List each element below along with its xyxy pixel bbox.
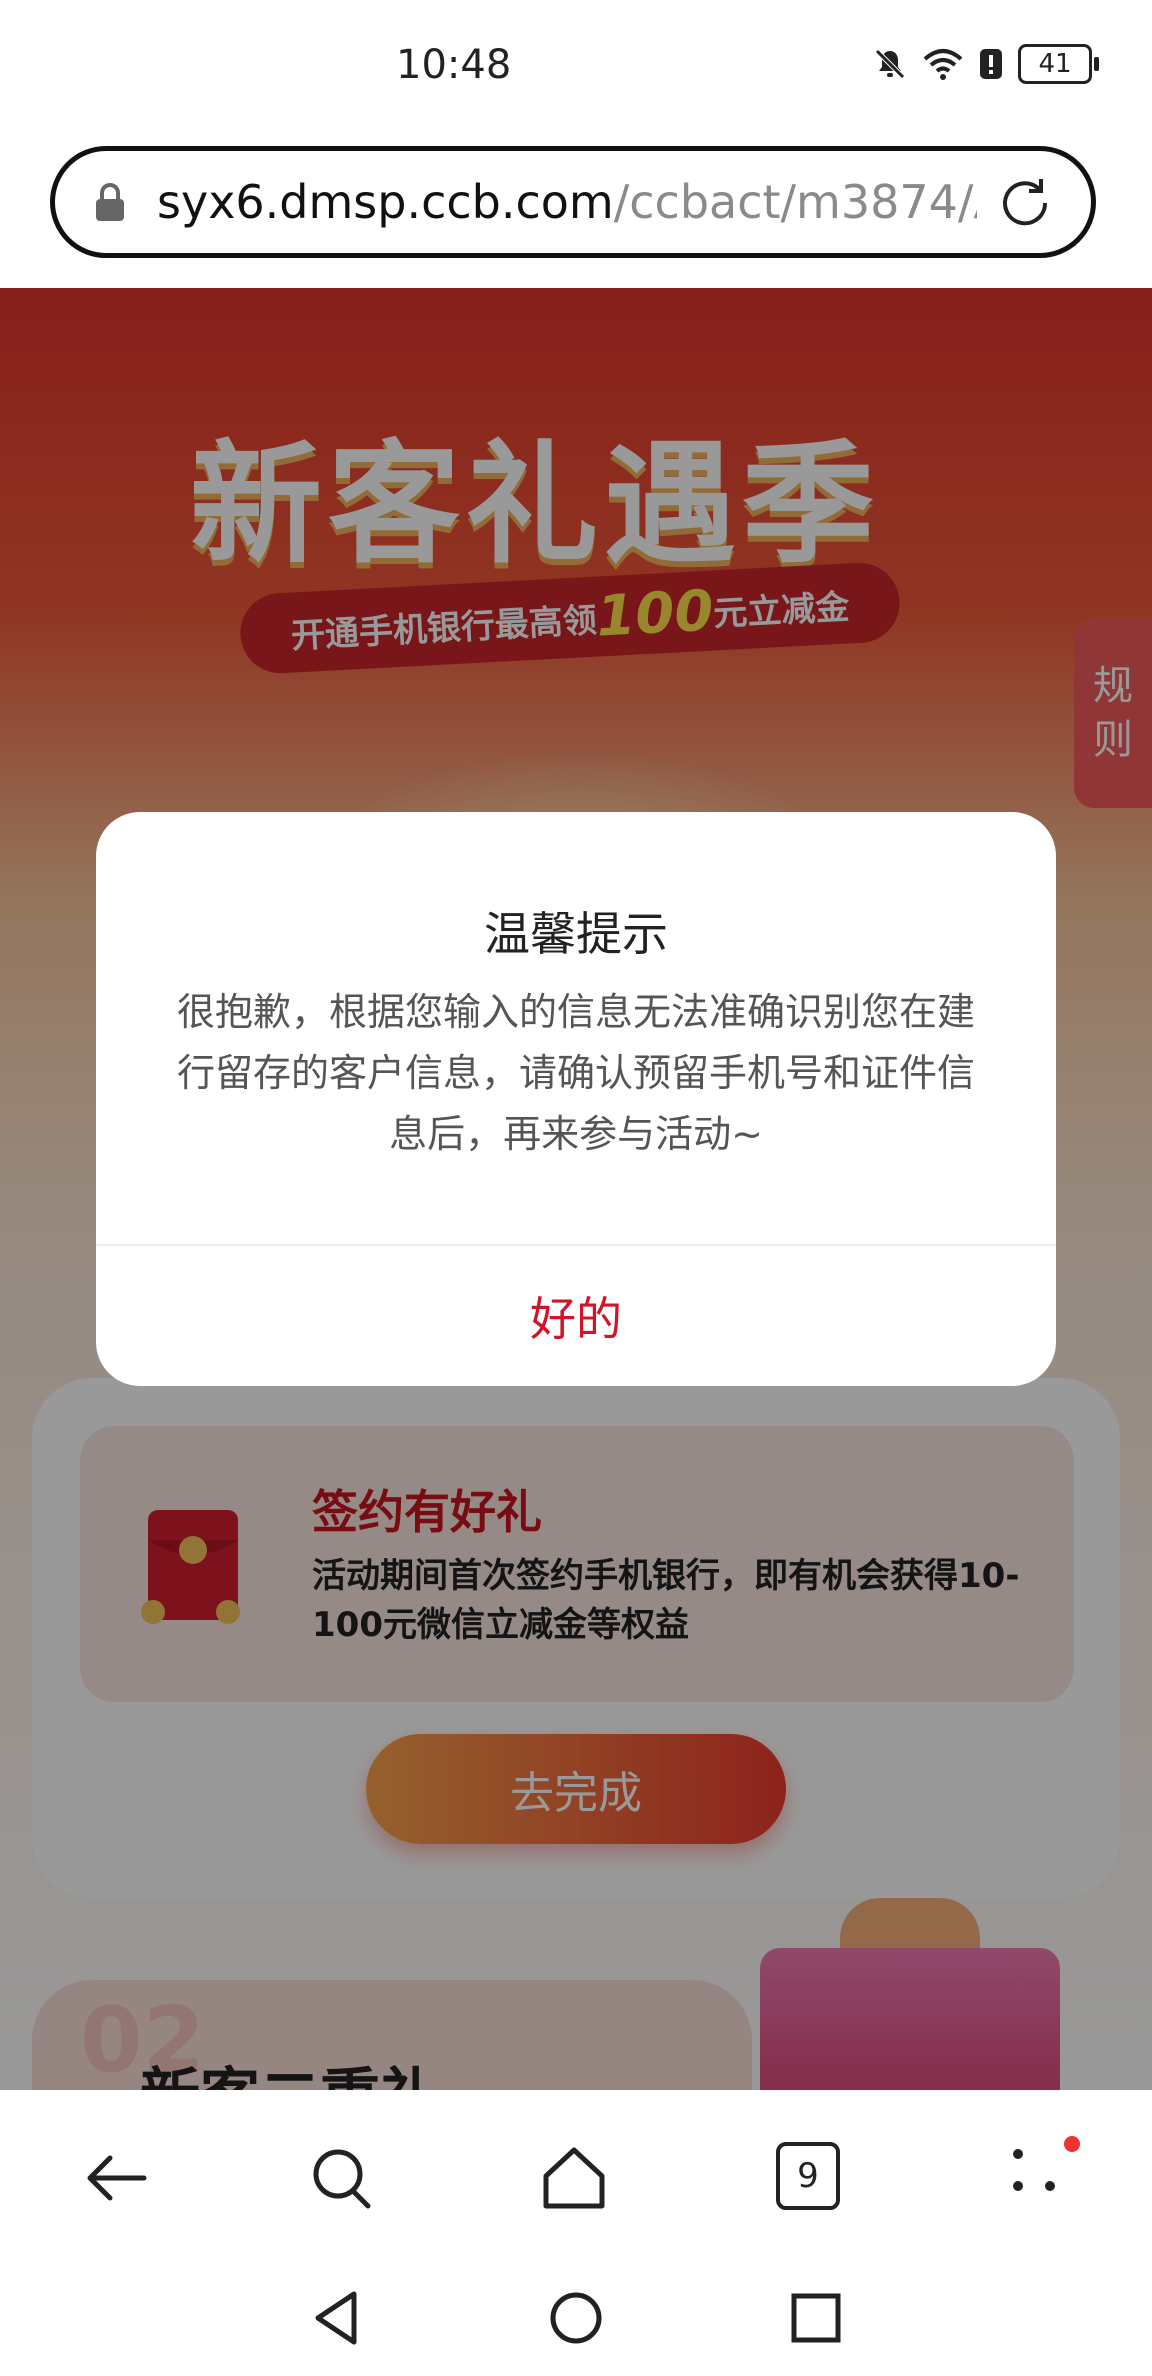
search-icon[interactable] <box>306 2142 378 2214</box>
status-bar: 10:48 41 <box>0 0 1152 140</box>
more-dots-icon <box>1013 2149 1055 2191</box>
address-bar[interactable]: syx6.dmsp.ccb.com/ccbact/m3874/AP <box>50 146 1096 258</box>
notification-dot <box>1064 2136 1080 2152</box>
home-icon[interactable] <box>538 2142 610 2214</box>
system-nav-bar <box>0 2260 1152 2376</box>
wifi-icon <box>923 49 963 80</box>
nav-home-icon[interactable] <box>546 2288 606 2348</box>
nav-recents-icon[interactable] <box>788 2290 844 2346</box>
url-host: syx6.dmsp.ccb.com <box>157 175 614 229</box>
lock-icon <box>96 183 124 221</box>
bell-muted-icon <box>875 49 905 79</box>
battery-indicator: 41 <box>1018 44 1099 84</box>
status-time: 10:48 <box>396 42 512 88</box>
status-icons: 41 <box>872 44 1099 84</box>
reload-icon[interactable] <box>995 173 1055 233</box>
url-path: /ccbact/m3874/AP <box>613 175 977 229</box>
url-text[interactable]: syx6.dmsp.ccb.com/ccbact/m3874/AP <box>157 175 977 229</box>
dialog-ok-button[interactable]: 好的 <box>96 1246 1056 1386</box>
notice-dialog: 温馨提示 很抱歉，根据您输入的信息无法准确识别您在建行留存的客户信息，请确认预留… <box>96 812 1056 1386</box>
tab-count: 9 <box>776 2142 840 2210</box>
nav-back-icon[interactable] <box>308 2288 364 2348</box>
more-icon[interactable] <box>1006 2136 1080 2214</box>
back-arrow-icon[interactable] <box>80 2142 152 2214</box>
alert-icon <box>980 49 1002 79</box>
browser-toolbar: 9 <box>0 2090 1152 2260</box>
dialog-title: 温馨提示 <box>484 907 668 961</box>
dialog-message: 很抱歉，根据您输入的信息无法准确识别您在建行留存的客户信息，请确认预留手机号和证… <box>176 990 975 1156</box>
tabs-icon[interactable]: 9 <box>776 2142 848 2214</box>
